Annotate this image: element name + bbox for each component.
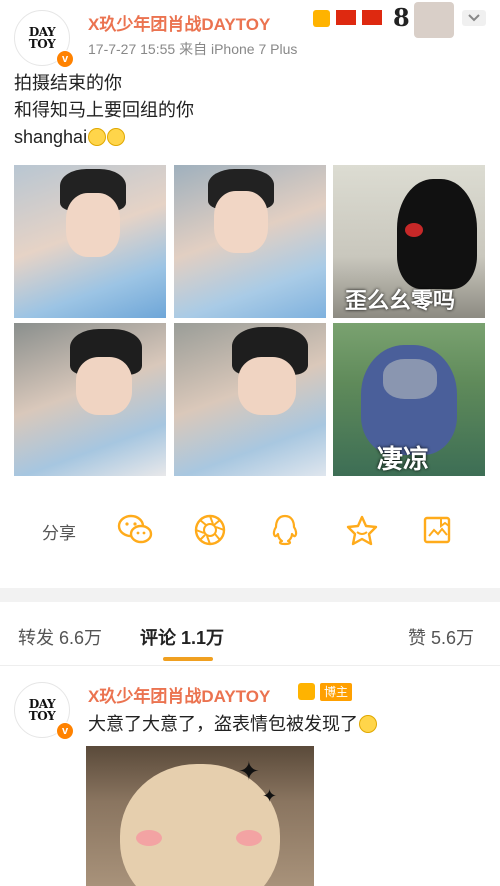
post-line-1: 拍摄结束的你 xyxy=(14,73,122,93)
post-username[interactable]: X玖少年团肖战DAYTOY xyxy=(88,10,270,35)
comment-username[interactable]: X玖少年团肖战DAYTOY xyxy=(88,682,270,707)
face-shape xyxy=(214,191,268,253)
photo-3[interactable]: 歪么幺零吗 xyxy=(333,165,485,318)
hongkong-flag-icon xyxy=(362,10,382,25)
photo-1[interactable] xyxy=(14,165,166,318)
crown-icon xyxy=(298,683,315,700)
smile-emoji-icon xyxy=(88,128,107,146)
avatar-logo-line2: TOY xyxy=(28,37,56,51)
section-divider xyxy=(0,588,500,602)
save-image-icon[interactable] xyxy=(421,514,453,546)
tabs-bottom-border xyxy=(0,665,500,666)
photo-6-caption: 凄凉 xyxy=(377,444,430,474)
sweat-emoji-icon xyxy=(359,715,377,733)
china-flag-icon xyxy=(336,10,356,25)
verified-icon: v xyxy=(56,722,74,740)
photo-4[interactable] xyxy=(14,323,166,476)
qq-icon[interactable] xyxy=(270,513,300,547)
cat-face-shape xyxy=(383,359,437,399)
repost-tab-label: 转发 6.6万 xyxy=(18,628,103,648)
comments-tab-underline xyxy=(163,657,213,661)
sparkle-icon: ✦ xyxy=(238,756,260,786)
repost-tab[interactable]: 转发 6.6万 xyxy=(18,624,102,650)
post-meta: 17-7-27 15:55 来自 iPhone 7 Plus xyxy=(88,41,298,57)
photo-2[interactable] xyxy=(174,165,326,318)
crown-icon xyxy=(313,10,330,27)
photo-3-caption: 歪么幺零吗 xyxy=(345,288,456,313)
wechat-icon[interactable] xyxy=(116,513,154,547)
comment-text-content: 大意了大意了，盗表情包被发现了 xyxy=(88,714,358,734)
celebrity-avatar-icon xyxy=(414,2,454,38)
author-badge: 博主 xyxy=(320,683,353,701)
post-line-2: 和得知马上要回组的你 xyxy=(14,100,194,120)
sparkle-icon: ✦ xyxy=(262,786,278,806)
likes-tab-label: 赞 5.6万 xyxy=(408,628,475,648)
post-line-3: shanghai xyxy=(14,124,484,151)
face-shape xyxy=(238,357,296,415)
comment-image[interactable]: ✦ ✦ xyxy=(86,746,314,886)
signature-icon: 8 xyxy=(393,3,410,32)
star-icon[interactable] xyxy=(345,514,379,546)
dropdown-arrow-icon[interactable] xyxy=(462,10,486,26)
photo-6[interactable]: 凄凉 xyxy=(333,323,485,476)
bear-mouth-shape xyxy=(405,223,423,237)
verified-icon: v xyxy=(56,50,74,68)
photo-5[interactable] xyxy=(174,323,326,476)
blush-shape xyxy=(136,830,162,846)
avatar-logo-line2: TOY xyxy=(28,709,56,723)
post-text: 拍摄结束的你 和得知马上要回组的你 shanghai xyxy=(14,70,484,151)
blush-shape xyxy=(236,830,262,846)
face-shape xyxy=(66,193,120,257)
moments-icon[interactable] xyxy=(193,513,227,547)
comments-tab-label: 评论 1.1万 xyxy=(140,628,225,648)
face-shape xyxy=(76,357,132,415)
comment-text: 大意了大意了，盗表情包被发现了 xyxy=(88,710,377,736)
share-label: 分享 xyxy=(42,524,76,543)
grin-emoji-icon xyxy=(107,128,126,146)
comments-tab[interactable]: 评论 1.1万 xyxy=(140,624,224,650)
likes-tab[interactable]: 赞 5.6万 xyxy=(408,624,474,650)
